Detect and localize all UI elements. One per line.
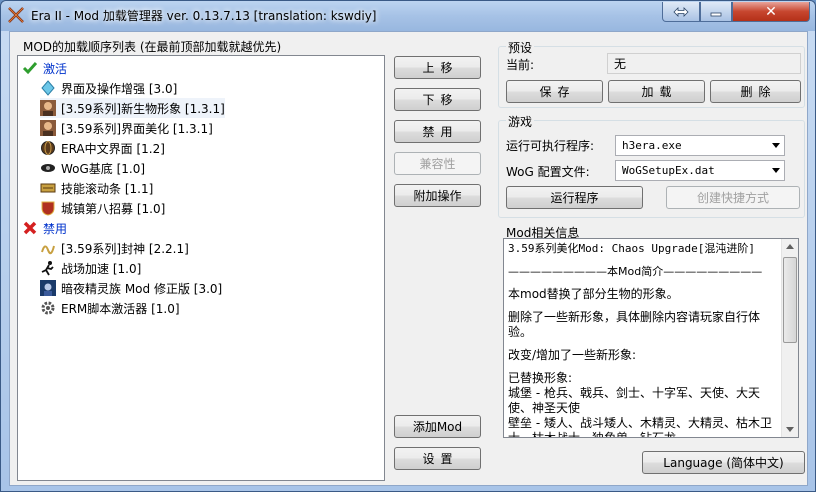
game-heading: 游戏 xyxy=(506,113,535,130)
item-label: ERM脚本激活器 [1.0] xyxy=(61,301,180,316)
minimize-icon xyxy=(710,12,722,16)
double-arrow-icon xyxy=(673,6,689,17)
wog-config-value: WoGSetupEx.dat xyxy=(622,164,715,177)
item-label: 界面及操作增强 [3.0] xyxy=(61,81,178,96)
preset-heading: 预设 xyxy=(506,39,535,56)
item-label: ERA中文界面 [1.2] xyxy=(61,141,165,156)
scroll-up-icon[interactable] xyxy=(786,244,794,249)
info-line: 已替换形象: xyxy=(508,371,573,385)
wog-config-combobox[interactable]: WoGSetupEx.dat xyxy=(615,160,785,181)
info-line: 本mod替换了部分生物的形象。 xyxy=(508,287,679,301)
exe-label: 运行可执行程序: xyxy=(506,139,595,153)
scroll-icon xyxy=(40,183,56,193)
list-item[interactable]: [3.59系列]界面美化 [1.3.1] xyxy=(40,118,213,138)
list-item[interactable]: 战场加速 [1.0] xyxy=(40,258,141,278)
item-label: WoG基底 [1.0] xyxy=(61,161,146,176)
shield-icon xyxy=(41,201,55,216)
scroll-down-icon[interactable] xyxy=(786,427,794,432)
running-man-icon xyxy=(41,261,54,276)
item-label: [3.59系列]界面美化 [1.3.1] xyxy=(61,121,213,136)
current-preset-value: 无 xyxy=(614,57,627,71)
checkmark-icon xyxy=(22,62,38,75)
delete-preset-button[interactable]: 删除 xyxy=(710,80,801,103)
item-label: 暗夜精灵族 Mod 修正版 [3.0] xyxy=(61,281,223,296)
minimize-button[interactable] xyxy=(700,2,732,22)
item-label: 城镇第八招募 [1.0] xyxy=(61,201,166,216)
portrait-icon xyxy=(40,120,56,136)
item-label: [3.59系列]新生物形象 [1.3.1] xyxy=(61,101,225,116)
list-item[interactable]: [3.59系列]封神 [2.2.1] xyxy=(40,238,189,258)
run-program-button[interactable]: 运行程序 xyxy=(506,186,643,209)
current-preset-field: 无 xyxy=(607,53,801,74)
mod-tree[interactable]: 激活 界面及操作增强 [3.0] [3.59系列]新生物形象 [1.3.1] [… xyxy=(17,55,385,481)
portrait-icon xyxy=(40,100,56,116)
item-label: 技能滚动条 [1.1] xyxy=(61,181,154,196)
add-mod-button[interactable]: 添加Mod xyxy=(394,415,481,438)
calligraphy-icon xyxy=(41,245,55,255)
crystal-icon xyxy=(41,80,55,96)
info-line: 壁垒 - 矮人、战斗矮人、木精灵、大精灵、枯木卫士、枯木战士、独角兽、钻石龙 xyxy=(508,416,772,438)
mod-info-panel[interactable]: 3.59系列美化Mod: Chaos Upgrade[混沌进阶] ———————… xyxy=(503,238,799,438)
info-line: 改变/增加了一些新形象: xyxy=(508,348,637,362)
elf-icon xyxy=(40,280,56,296)
exe-combobox[interactable]: h3era.exe xyxy=(615,135,785,156)
info-line: —————————本Mod简介————————— xyxy=(508,265,763,278)
gear-icon xyxy=(41,301,55,315)
wog-config-label: WoG 配置文件: xyxy=(506,165,590,179)
current-preset-label: 当前: xyxy=(506,58,535,72)
info-line: 3.59系列美化Mod: Chaos Upgrade[混沌进阶] xyxy=(508,242,755,255)
list-item[interactable]: 界面及操作增强 [3.0] xyxy=(40,78,177,98)
language-button[interactable]: Language (简体中文) xyxy=(642,451,805,474)
list-item[interactable]: ERM脚本激活器 [1.0] xyxy=(40,298,180,318)
close-button[interactable]: ✕ xyxy=(732,2,810,22)
main-window: Era II - Mod 加载管理器 ver. 0.13.7.13 [trans… xyxy=(0,0,816,492)
globe-icon xyxy=(41,141,55,155)
title-bar[interactable]: Era II - Mod 加载管理器 ver. 0.13.7.13 [trans… xyxy=(1,1,815,31)
mod-info-text: 3.59系列美化Mod: Chaos Upgrade[混沌进阶] ———————… xyxy=(508,241,778,438)
list-item[interactable]: 暗夜精灵族 Mod 修正版 [3.0] xyxy=(40,278,222,298)
group-active-label: 激活 xyxy=(43,61,68,76)
load-preset-button[interactable]: 加载 xyxy=(608,80,705,103)
item-label: [3.59系列]封神 [2.2.1] xyxy=(61,241,189,256)
chevron-down-icon xyxy=(772,143,780,148)
eye-icon xyxy=(41,164,55,172)
exe-value: h3era.exe xyxy=(622,139,682,152)
crossed-swords-icon xyxy=(8,7,24,23)
list-item[interactable]: 技能滚动条 [1.1] xyxy=(40,178,153,198)
group-disabled[interactable]: 禁用 xyxy=(22,218,67,238)
move-down-button[interactable]: 下移 xyxy=(394,88,481,111)
compatibility-button[interactable]: 兼容性 xyxy=(394,152,481,175)
list-item[interactable]: WoG基底 [1.0] xyxy=(40,158,145,178)
mod-list-heading: MOD的加载顺序列表 (在最前顶部加载就越优先) xyxy=(23,40,282,54)
item-label: 战场加速 [1.0] xyxy=(61,261,142,276)
move-up-button[interactable]: 上移 xyxy=(394,56,481,79)
list-item[interactable]: 城镇第八招募 [1.0] xyxy=(40,198,165,218)
info-line: 删除了一些新形象，具体删除内容请玩家自行体验。 xyxy=(508,310,761,339)
scroll-thumb[interactable] xyxy=(783,257,797,343)
group-disabled-label: 禁用 xyxy=(43,221,68,236)
window-title: Era II - Mod 加载管理器 ver. 0.13.7.13 [trans… xyxy=(31,9,377,23)
disable-button[interactable]: 禁用 xyxy=(394,120,481,143)
create-shortcut-button[interactable]: 创建快捷方式 xyxy=(666,186,800,209)
save-preset-button[interactable]: 保存 xyxy=(506,80,603,103)
close-icon: ✕ xyxy=(765,3,777,20)
group-active[interactable]: 激活 xyxy=(22,58,67,78)
info-scrollbar[interactable] xyxy=(781,239,798,437)
extra-operations-button[interactable]: 附加操作 xyxy=(394,184,481,207)
list-item[interactable]: ERA中文界面 [1.2] xyxy=(40,138,165,158)
restore-button[interactable] xyxy=(662,2,700,22)
list-item[interactable]: [3.59系列]新生物形象 [1.3.1] xyxy=(40,98,225,118)
settings-button[interactable]: 设置 xyxy=(394,447,481,470)
chevron-down-icon xyxy=(772,168,780,173)
cross-icon xyxy=(23,221,37,235)
info-line: 城堡 - 枪兵、戟兵、剑士、十字军、天使、大天使、神圣天使 xyxy=(508,386,760,415)
